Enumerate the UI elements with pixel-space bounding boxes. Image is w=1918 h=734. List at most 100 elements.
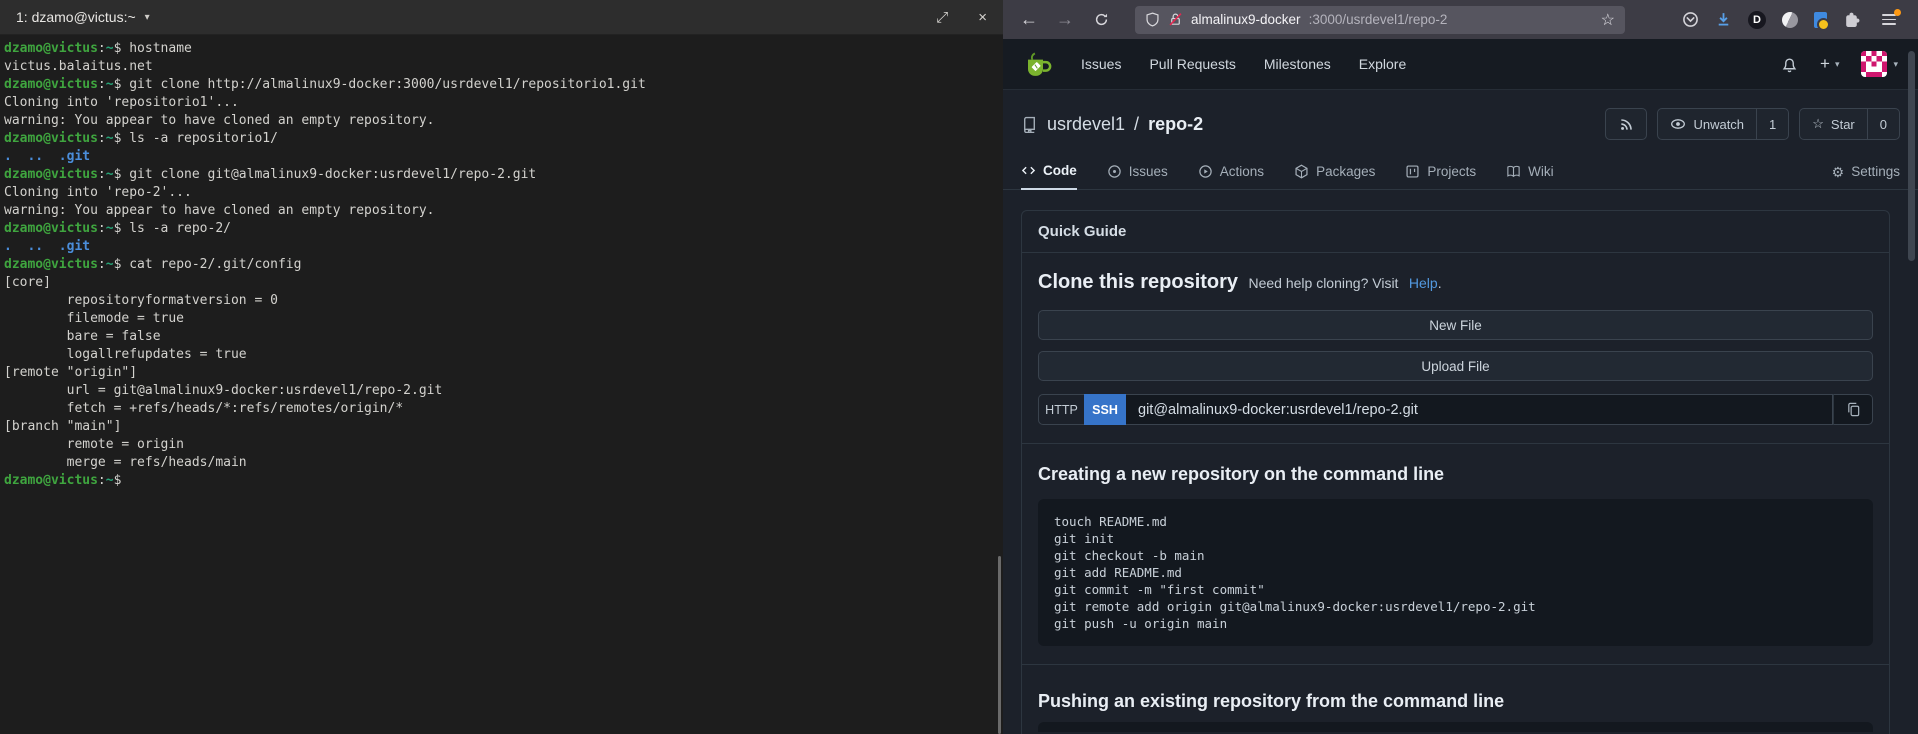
gitea-logo[interactable] bbox=[1023, 49, 1053, 79]
extension-area: D bbox=[1682, 7, 1908, 33]
url-host: almalinux9-docker bbox=[1191, 12, 1301, 27]
nav-item-issues[interactable]: Issues bbox=[1081, 56, 1121, 72]
terminal-maximize-button[interactable]: ⤢ bbox=[936, 10, 948, 25]
upload-file-button[interactable]: Upload File bbox=[1038, 351, 1873, 381]
star-count[interactable]: 0 bbox=[1867, 109, 1899, 139]
extensions-puzzle-icon[interactable] bbox=[1843, 11, 1860, 28]
repo-name-link[interactable]: repo-2 bbox=[1148, 114, 1203, 135]
chevron-down-icon: ▾ bbox=[1835, 59, 1840, 70]
tab-actions[interactable]: Actions bbox=[1198, 164, 1264, 189]
terminal-output[interactable]: dzamo@victus:~$ hostnamevictus.balaitus.… bbox=[0, 35, 1003, 734]
divider bbox=[1022, 443, 1889, 444]
browser-menu-button[interactable] bbox=[1876, 7, 1902, 33]
tab-label: Issues bbox=[1129, 164, 1168, 179]
tracking-shield-icon[interactable] bbox=[1145, 12, 1160, 27]
page-scrollbar[interactable] bbox=[1908, 51, 1915, 261]
tab-packages[interactable]: Packages bbox=[1294, 164, 1375, 189]
push-repo-heading: Pushing an existing repository from the … bbox=[1038, 691, 1873, 712]
new-file-button[interactable]: New File bbox=[1038, 310, 1873, 340]
clone-heading: Clone this repository bbox=[1038, 271, 1238, 293]
pocket-icon[interactable] bbox=[1682, 11, 1699, 28]
tab-label: Actions bbox=[1220, 164, 1264, 179]
book-icon bbox=[1506, 164, 1521, 179]
url-path: :3000/usrdevel1/repo-2 bbox=[1309, 12, 1448, 27]
watch-count[interactable]: 1 bbox=[1756, 109, 1788, 139]
dark-reader-extension-icon[interactable]: D bbox=[1748, 11, 1766, 29]
tab-code[interactable]: Code bbox=[1021, 163, 1077, 190]
star-button[interactable]: ☆ Star 0 bbox=[1799, 108, 1900, 140]
user-avatar bbox=[1861, 51, 1887, 77]
quick-guide-title: Quick Guide bbox=[1022, 211, 1889, 253]
terminal-scrollbar[interactable] bbox=[998, 556, 1001, 734]
copy-url-button[interactable] bbox=[1833, 394, 1873, 425]
quick-guide-box: Quick Guide Clone this repository Need h… bbox=[1021, 210, 1890, 734]
http-clone-toggle[interactable]: HTTP bbox=[1038, 394, 1084, 425]
eye-icon bbox=[1670, 116, 1686, 132]
update-notification-dot bbox=[1894, 9, 1901, 16]
menu-bar bbox=[1882, 19, 1896, 21]
browser-toolbar: ← → almalinux9-docker :3000/usrdevel1/rep… bbox=[1003, 0, 1918, 39]
dark-reader-letter: D bbox=[1753, 14, 1761, 26]
insecure-lock-icon[interactable] bbox=[1168, 12, 1183, 27]
unwatch-label: Unwatch bbox=[1693, 117, 1744, 132]
document-extension-icon[interactable] bbox=[1814, 12, 1827, 28]
notifications-bell-icon[interactable] bbox=[1781, 56, 1798, 73]
tab-label: Packages bbox=[1316, 164, 1375, 179]
divider bbox=[1022, 664, 1889, 665]
tab-settings[interactable]: ⚙ Settings bbox=[1832, 164, 1900, 189]
nav-item-pull-requests[interactable]: Pull Requests bbox=[1149, 56, 1235, 72]
settings-gear-icon: ⚙ bbox=[1832, 165, 1845, 179]
repo-icon bbox=[1021, 116, 1038, 133]
tab-label: Wiki bbox=[1528, 164, 1554, 179]
clone-url-input[interactable]: git@almalinux9-docker:usrdevel1/repo-2.g… bbox=[1126, 394, 1833, 425]
rss-icon bbox=[1619, 117, 1634, 132]
tab-issues[interactable]: Issues bbox=[1107, 164, 1168, 189]
downloads-icon[interactable] bbox=[1715, 11, 1732, 28]
rss-feed-button[interactable] bbox=[1605, 108, 1647, 140]
plus-icon: + bbox=[1820, 54, 1830, 74]
tab-label: Projects bbox=[1427, 164, 1476, 179]
issue-icon bbox=[1107, 164, 1122, 179]
code-icon bbox=[1021, 163, 1036, 178]
nav-item-explore[interactable]: Explore bbox=[1359, 56, 1406, 72]
clone-help-suffix: . bbox=[1438, 275, 1442, 291]
star-label: Star bbox=[1831, 117, 1855, 132]
browser-window: ← → almalinux9-docker :3000/usrdevel1/rep… bbox=[1003, 0, 1918, 734]
repo-tab-bar: Code Issues Actions Packages Projects Wi… bbox=[1003, 154, 1918, 190]
bookmark-star-icon[interactable]: ☆ bbox=[1601, 10, 1615, 30]
tab-label: Code bbox=[1043, 163, 1077, 178]
reload-icon bbox=[1094, 12, 1109, 27]
unwatch-button[interactable]: Unwatch 1 bbox=[1657, 108, 1789, 140]
half-circle-extension-icon[interactable] bbox=[1782, 12, 1798, 28]
repo-owner-link[interactable]: usrdevel1 bbox=[1047, 114, 1125, 135]
play-circle-icon bbox=[1198, 164, 1213, 179]
browser-forward-button[interactable]: → bbox=[1049, 6, 1081, 34]
ssh-clone-toggle[interactable]: SSH bbox=[1084, 394, 1126, 425]
browser-reload-button[interactable] bbox=[1085, 6, 1117, 34]
menu-bar bbox=[1882, 23, 1896, 25]
gitea-page: Issues Pull Requests Milestones Explore … bbox=[1003, 39, 1918, 734]
push-code-block bbox=[1038, 722, 1873, 732]
star-icon: ☆ bbox=[1812, 116, 1824, 132]
browser-url-bar[interactable]: almalinux9-docker:3000/usrdevel1/repo-2 … bbox=[1135, 6, 1625, 34]
tab-wiki[interactable]: Wiki bbox=[1506, 164, 1554, 189]
clone-url-row: HTTP SSH git@almalinux9-docker:usrdevel1… bbox=[1038, 394, 1873, 425]
create-code-block: touch README.mdgit initgit checkout -b m… bbox=[1038, 499, 1873, 646]
nav-item-milestones[interactable]: Milestones bbox=[1264, 56, 1331, 72]
chevron-down-icon: ▾ bbox=[1893, 59, 1898, 70]
clone-help-text: Need help cloning? Visit bbox=[1248, 275, 1398, 291]
user-menu[interactable]: ▾ bbox=[1861, 51, 1898, 77]
tab-projects[interactable]: Projects bbox=[1405, 164, 1476, 189]
browser-back-button[interactable]: ← bbox=[1013, 6, 1045, 34]
repo-header: usrdevel1 / repo-2 Unwatch 1 bbox=[1003, 90, 1918, 154]
package-icon bbox=[1294, 164, 1309, 179]
gitea-navbar: Issues Pull Requests Milestones Explore … bbox=[1003, 39, 1918, 90]
tab-label: Settings bbox=[1851, 164, 1900, 179]
create-new-button[interactable]: + ▾ bbox=[1820, 54, 1839, 74]
terminal-window: 1: dzamo@victus:~ ▾ ⤢ × dzamo@victus:~$ … bbox=[0, 0, 1003, 734]
terminal-close-button[interactable]: × bbox=[978, 10, 987, 25]
project-board-icon bbox=[1405, 164, 1420, 179]
terminal-tab-dropdown-icon[interactable]: ▾ bbox=[145, 12, 150, 23]
repo-separator: / bbox=[1134, 114, 1139, 135]
help-link[interactable]: Help bbox=[1409, 275, 1438, 291]
